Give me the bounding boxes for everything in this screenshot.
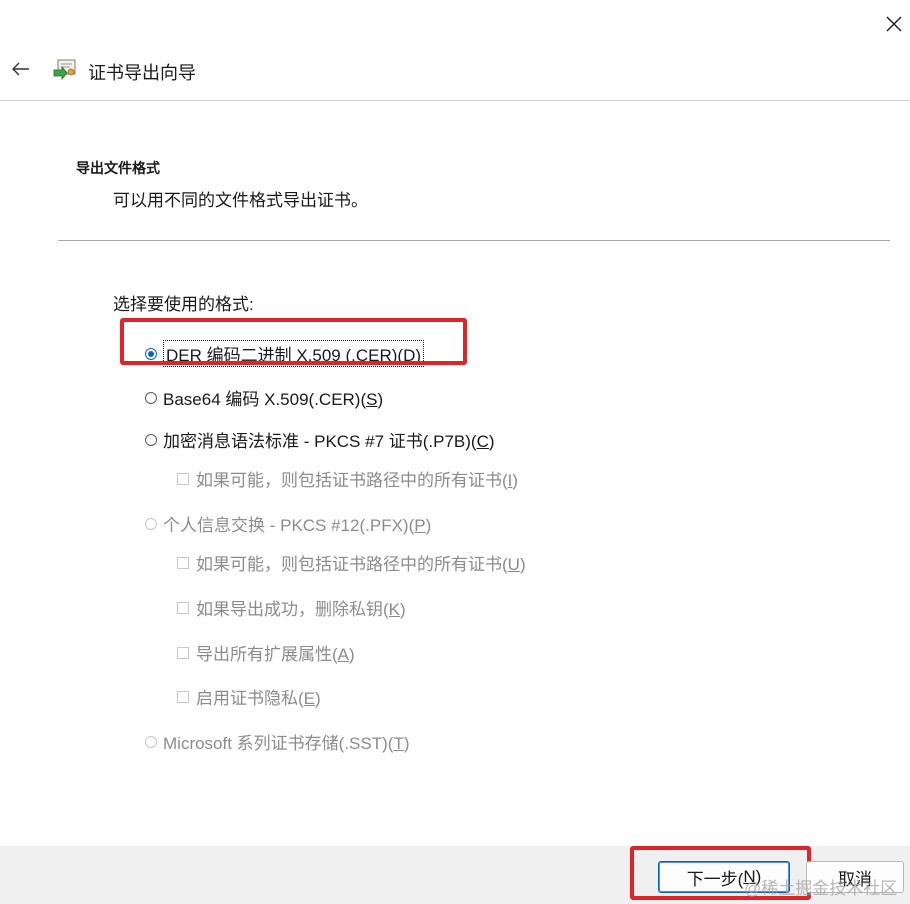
- radio-base64[interactable]: Base64 编码 X.509(.CER)(S): [145, 385, 383, 410]
- radio-microsoft-sst[interactable]: Microsoft 系列证书存储(.SST)(T): [145, 729, 410, 754]
- wizard-title: 证书导出向导: [88, 63, 196, 83]
- section-description: 可以用不同的文件格式导出证书。: [113, 191, 368, 210]
- option-label: 如果导出成功，删除私钥(K): [196, 600, 406, 619]
- option-label: 加密消息语法标准 - PKCS #7 证书(.P7B)(C): [163, 432, 495, 451]
- arrow-left-icon: [12, 62, 29, 76]
- checkbox-pkcs7-include-chain[interactable]: 如果可能，则包括证书路径中的所有证书(I): [177, 466, 518, 491]
- close-button[interactable]: [878, 8, 910, 40]
- option-label: Microsoft 系列证书存储(.SST)(T): [163, 734, 410, 753]
- radio-button[interactable]: [145, 391, 157, 404]
- checkbox[interactable]: [177, 556, 189, 569]
- radio-button[interactable]: [145, 517, 157, 530]
- annotation-highlight-der: [120, 318, 467, 365]
- close-icon: [886, 16, 902, 32]
- option-label: 如果可能，则包括证书路径中的所有证书(I): [196, 471, 519, 490]
- watermark: @稀土掘金技术社区: [744, 879, 898, 898]
- back-button[interactable]: [8, 56, 34, 82]
- option-label: Base64 编码 X.509(.CER)(S): [163, 390, 384, 409]
- title-bar: 证书导出向导: [0, 0, 910, 101]
- checkbox[interactable]: [177, 690, 189, 703]
- checkbox[interactable]: [177, 601, 189, 614]
- certificate-export-wizard: 证书导出向导 导出文件格式 可以用不同的文件格式导出证书。 选择要使用的格式: …: [0, 0, 910, 904]
- radio-button[interactable]: [145, 735, 157, 748]
- certificate-icon: [53, 59, 76, 81]
- format-choose-label: 选择要使用的格式:: [113, 295, 254, 314]
- option-label: 导出所有扩展属性(A): [196, 645, 355, 664]
- radio-button[interactable]: [145, 433, 157, 446]
- header-divider: [58, 240, 890, 241]
- checkbox-export-extended-properties[interactable]: 导出所有扩展属性(A): [177, 640, 355, 665]
- radio-pkcs12[interactable]: 个人信息交换 - PKCS #12(.PFX)(P): [145, 511, 431, 536]
- option-label: 个人信息交换 - PKCS #12(.PFX)(P): [163, 516, 432, 535]
- checkbox[interactable]: [177, 472, 189, 485]
- checkbox-pfx-include-chain[interactable]: 如果可能，则包括证书路径中的所有证书(U): [177, 550, 526, 575]
- checkbox-delete-private-key[interactable]: 如果导出成功，删除私钥(K): [177, 595, 406, 620]
- option-label: 如果可能，则包括证书路径中的所有证书(U): [196, 555, 526, 574]
- section-title: 导出文件格式: [76, 160, 160, 176]
- option-label: 启用证书隐私(E): [196, 689, 321, 708]
- checkbox-enable-certificate-privacy[interactable]: 启用证书隐私(E): [177, 684, 321, 709]
- checkbox[interactable]: [177, 646, 189, 659]
- radio-pkcs7[interactable]: 加密消息语法标准 - PKCS #7 证书(.P7B)(C): [145, 427, 495, 452]
